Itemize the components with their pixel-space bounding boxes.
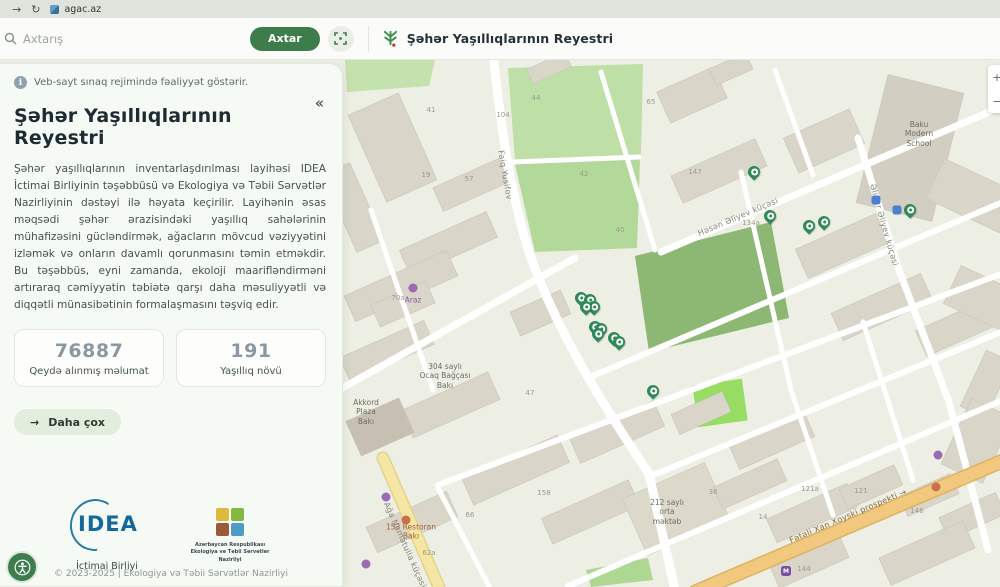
stat-label: Yaşıllıq növü (183, 366, 319, 377)
forward-icon[interactable]: → (12, 4, 21, 15)
project-description: Şəhər yaşıllıqlarının inventarlaşdırılma… (14, 161, 326, 313)
shop-poi-icon[interactable] (934, 451, 943, 460)
idea-logo[interactable]: IDEA İctimai Birliyi (64, 499, 150, 572)
stat-value: 191 (183, 340, 319, 362)
stats-row: 76887 Qeydə alınmış məlumat 191 Yaşıllıq… (14, 329, 326, 387)
search-input[interactable] (23, 32, 223, 46)
info-icon: i (14, 76, 27, 89)
accessibility-icon (14, 559, 31, 576)
more-button[interactable]: → Daha çox (14, 409, 121, 435)
idea-logo-mark: IDEA (64, 499, 150, 551)
stat-card-species[interactable]: 191 Yaşıllıq növü (176, 329, 326, 387)
site-icon (50, 5, 59, 14)
app-title: Şəhər Yaşıllıqlarının Reyestri (407, 31, 613, 46)
url-text: agac.az (64, 4, 101, 15)
idea-logo-text: IDEA (78, 512, 138, 536)
map[interactable]: Faiq YusifovHəsən Əliyev küçəsiƏliyar Əl… (343, 60, 1000, 587)
divider (368, 26, 369, 52)
beta-notice: i Veb-sayt sınaq rejimində fəaliyyət gös… (14, 76, 326, 89)
map-zoom-control[interactable]: + − (988, 65, 1000, 113)
map-canvas (343, 60, 1000, 587)
metro-poi-icon[interactable]: M (781, 566, 791, 576)
restaurant-poi-icon[interactable] (402, 516, 411, 525)
stat-label: Qeydə alınmış məlumat (21, 366, 157, 377)
ministry-logo-icon (184, 508, 276, 536)
search-button[interactable]: Axtar (250, 27, 320, 51)
transit-poi-icon[interactable] (893, 206, 902, 215)
stat-value: 76887 (21, 340, 157, 362)
more-label: Daha çox (48, 416, 105, 429)
shop-poi-icon[interactable] (409, 284, 418, 293)
restaurant-poi-icon[interactable] (932, 483, 941, 492)
zoom-in-button[interactable]: + (992, 71, 1000, 84)
ministry-logo[interactable]: Azərbaycan Respublikası Ekologiya və Təb… (184, 508, 276, 565)
partner-logos: IDEA İctimai Birliyi Azərbaycan Respubli… (14, 499, 326, 572)
app-bar: Axtar Şəhər Yaşıllıqlarının Reyestri (0, 18, 1000, 60)
notice-text: Veb-sayt sınaq rejimində fəaliyyət göstə… (34, 77, 248, 88)
arrow-right-icon: → (30, 416, 39, 429)
copyright-footer: © 2023-2025 | Ekologiya və Təbii Sərvətl… (0, 569, 342, 579)
search-wrap (0, 32, 250, 46)
stat-card-records[interactable]: 76887 Qeydə alınmış məlumat (14, 329, 164, 387)
zoom-out-button[interactable]: − (992, 95, 1000, 108)
page-title: Şəhər Yaşıllıqlarının Reyestri (14, 105, 326, 149)
sidebar-panel: i Veb-sayt sınaq rejimində fəaliyyət gös… (0, 63, 343, 587)
address-bar[interactable]: agac.az (50, 4, 101, 15)
accessibility-button[interactable] (6, 551, 38, 583)
search-icon (4, 32, 17, 45)
collapse-panel-button[interactable]: « (315, 94, 324, 112)
tree-logo-icon (381, 29, 400, 48)
shop-poi-icon[interactable] (362, 560, 371, 569)
locate-scan-button[interactable] (328, 26, 354, 52)
scan-icon (334, 32, 347, 45)
browser-bar: → ↻ agac.az (0, 0, 1000, 18)
screen: → ↻ agac.az Axtar (0, 0, 1000, 587)
transit-poi-icon[interactable] (872, 196, 881, 205)
ministry-caption: Azərbaycan Respublikası Ekologiya və Təb… (184, 542, 276, 565)
app-brand: Şəhər Yaşıllıqlarının Reyestri (381, 29, 613, 48)
reload-icon[interactable]: ↻ (31, 4, 40, 15)
shop-poi-icon[interactable] (382, 493, 391, 502)
